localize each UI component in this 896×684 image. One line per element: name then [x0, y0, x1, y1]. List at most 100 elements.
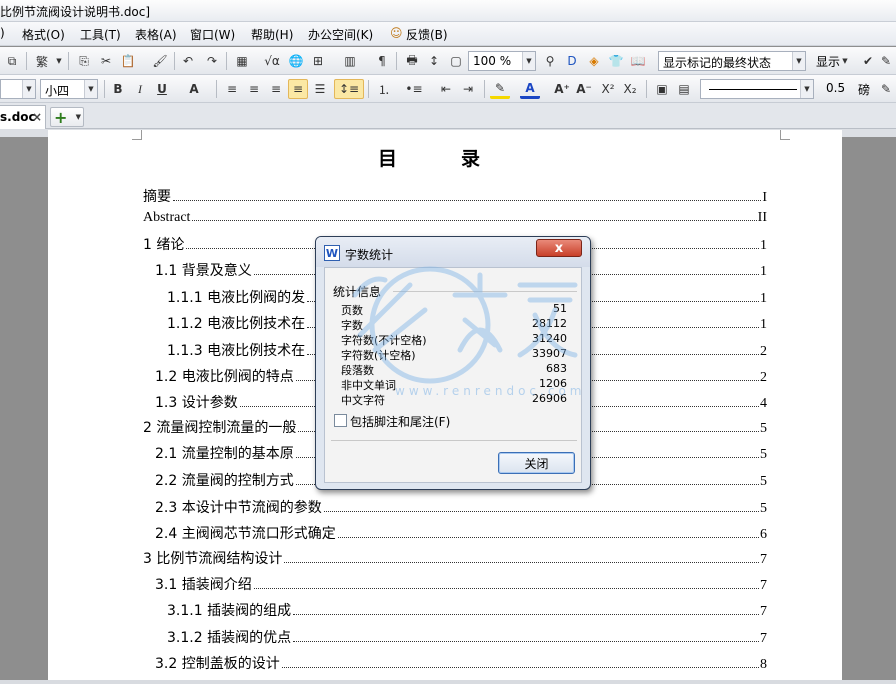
font-size-select[interactable]: 小四 ▼: [40, 79, 98, 99]
template-icon[interactable]: ◈: [584, 51, 604, 71]
font-name-select[interactable]: ▼: [0, 79, 36, 99]
copy-icon[interactable]: ⎘: [74, 51, 94, 71]
accept-change-icon[interactable]: ✔: [858, 51, 878, 71]
superscript-icon[interactable]: X²: [598, 79, 618, 99]
line-width-select[interactable]: 0.5 磅: [818, 79, 878, 99]
new-tab-button[interactable]: + ▼: [50, 107, 84, 127]
align-center-icon[interactable]: ≡: [244, 79, 264, 99]
show-menu-button[interactable]: 显示: [816, 53, 840, 70]
chevron-down-icon[interactable]: ▼: [840, 51, 850, 71]
document-tab-bar: s.doc × + ▼: [0, 103, 896, 129]
text-effect-icon[interactable]: A: [184, 79, 204, 99]
toolbar-separator: [396, 52, 397, 70]
reject-change-icon[interactable]: ✎: [876, 51, 896, 71]
book-icon[interactable]: 📖: [628, 51, 648, 71]
decrease-indent-icon[interactable]: ⇤: [436, 79, 456, 99]
toc-entry[interactable]: 2.4 主阀阀芯节流口形式确定 6: [155, 523, 767, 543]
close-icon[interactable]: ×: [32, 110, 42, 124]
document-tab[interactable]: s.doc ×: [0, 105, 46, 129]
line-width-unit: 磅: [858, 83, 871, 97]
shading-icon[interactable]: ▤: [674, 79, 694, 99]
split-view-icon[interactable]: ⧉: [2, 51, 22, 71]
status-bar: [0, 680, 896, 684]
cut-icon[interactable]: ✂: [96, 51, 116, 71]
table-grid-icon[interactable]: ⊞: [308, 51, 328, 71]
wps-doc-icon[interactable]: D: [562, 51, 582, 71]
subscript-icon[interactable]: X₂: [620, 79, 640, 99]
distribute-icon[interactable]: ☰: [310, 79, 330, 99]
formula-icon[interactable]: √α: [262, 51, 282, 71]
toc-entry[interactable]: 3.1.1 插装阀的组成 7: [167, 600, 767, 620]
toc-entry[interactable]: 2.3 本设计中节流阀的参数 5: [155, 497, 767, 517]
include-footnotes-checkbox[interactable]: [334, 414, 347, 427]
show-hide-icon[interactable]: ¶: [372, 51, 392, 71]
undo-icon[interactable]: ↶: [178, 51, 198, 71]
stat-row-chars-no-space: 字符数(不计空格) 31240: [341, 332, 567, 347]
menu-item-table[interactable]: 表格(A): [135, 26, 177, 43]
line-spacing-icon[interactable]: ↕≡: [334, 79, 364, 99]
print-preview-icon[interactable]: 🖶: [402, 51, 422, 71]
toc-title: 目录: [378, 148, 545, 170]
font-color-icon[interactable]: A: [520, 79, 540, 99]
dialog-title-bar[interactable]: W 字数统计 x: [316, 237, 590, 267]
binoculars-icon[interactable]: ⚲: [540, 51, 560, 71]
highlight-icon[interactable]: ✎: [490, 79, 510, 99]
stat-row-words: 字数 28112: [341, 317, 567, 332]
group-divider: [393, 291, 577, 292]
border-pen-icon[interactable]: ✎: [878, 79, 894, 99]
columns-icon[interactable]: ▥: [340, 51, 360, 71]
numbered-list-icon[interactable]: ⒈: [374, 79, 394, 99]
close-icon: x: [554, 240, 564, 256]
toc-entry[interactable]: 摘要 I: [143, 186, 767, 206]
italic-icon[interactable]: I: [130, 79, 150, 99]
format-painter-icon[interactable]: 🖌: [150, 51, 170, 71]
justify-icon[interactable]: ≡: [288, 79, 308, 99]
stat-row-non-chinese-words: 非中文单词 1206: [341, 377, 567, 392]
line-style-select[interactable]: ▼: [700, 79, 814, 99]
bullet-list-icon[interactable]: •≡: [404, 79, 424, 99]
menu-item-tools[interactable]: 工具(T): [80, 26, 121, 43]
globe-icon[interactable]: 🌐: [286, 51, 306, 71]
chevron-down-icon[interactable]: ▼: [54, 51, 64, 71]
insert-table-icon[interactable]: ▦: [232, 51, 252, 71]
menu-item-help[interactable]: 帮助(H): [251, 26, 293, 43]
line-width-value: 0.5: [826, 81, 846, 95]
align-left-icon[interactable]: ≡: [222, 79, 242, 99]
toolbar-separator: [646, 80, 647, 98]
zoom-select[interactable]: 100 % ▼: [468, 51, 536, 71]
redo-icon[interactable]: ↷: [202, 51, 222, 71]
underline-icon[interactable]: U: [152, 79, 172, 99]
toc-entry[interactable]: 3.2 控制盖板的设计 8: [155, 653, 767, 673]
chevron-down-icon: ▼: [800, 80, 813, 98]
toc-entry[interactable]: 3.1 插装阀介绍 7: [155, 574, 767, 594]
border-icon[interactable]: ▣: [652, 79, 672, 99]
close-dialog-button[interactable]: 关闭: [498, 452, 575, 474]
toc-entry[interactable]: Abstract II: [143, 210, 767, 230]
menu-item-office-space[interactable]: 办公空间(K): [308, 26, 373, 43]
menu-item-format[interactable]: 格式(O): [22, 26, 65, 43]
bold-icon[interactable]: B: [108, 79, 128, 99]
dialog-close-button[interactable]: x: [536, 239, 582, 257]
increase-indent-icon[interactable]: ⇥: [458, 79, 478, 99]
align-right-icon[interactable]: ≡: [266, 79, 286, 99]
traditional-chinese-icon[interactable]: 繁: [32, 51, 52, 71]
chevron-down-icon: ▼: [75, 113, 81, 121]
shrink-font-icon[interactable]: A⁻: [574, 79, 594, 99]
text-direction-icon[interactable]: ↕: [424, 51, 444, 71]
grow-font-icon[interactable]: A⁺: [552, 79, 572, 99]
toolbar-separator: [216, 80, 217, 98]
page-icon[interactable]: ▢: [446, 51, 466, 71]
toc-entry[interactable]: 3 比例节流阀结构设计 7: [143, 548, 767, 568]
stat-row-pages: 页数 51: [341, 302, 567, 317]
menu-item-edge[interactable]: ): [0, 26, 5, 40]
toc-entry[interactable]: 3.1.2 插装阀的优点 7: [167, 627, 767, 647]
dialog-divider: [331, 440, 577, 441]
menu-item-feedback[interactable]: ☺ 反馈(B): [390, 26, 448, 43]
menu-item-window[interactable]: 窗口(W): [190, 26, 235, 43]
markup-mode-select[interactable]: 显示标记的最终状态 ▼: [658, 51, 806, 71]
window-title: 比例节流阀设计说明书.doc]: [0, 5, 151, 19]
word-count-dialog: W 字数统计 x 统计信息 页数 51 字数 28112 字符数(不计空格) 3124…: [315, 236, 591, 490]
shirt-icon[interactable]: 👕: [606, 51, 626, 71]
paste-icon[interactable]: 📋: [118, 51, 138, 71]
include-footnotes-label[interactable]: 包括脚注和尾注(F): [350, 413, 450, 430]
